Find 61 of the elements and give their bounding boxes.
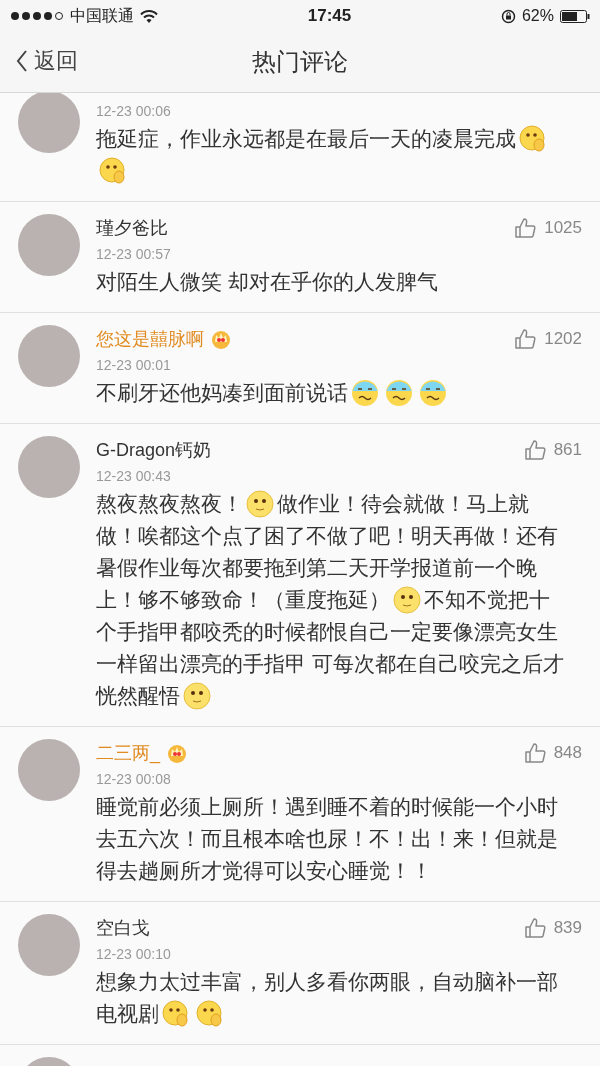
comment-text: 不刷牙还他妈凑到面前说话 xyxy=(96,380,348,406)
hand-over-mouth-emoji-icon xyxy=(519,125,547,153)
page-title: 热门评论 xyxy=(252,47,348,77)
comment-text: 得去趟厕所才觉得可以安心睡觉！！ xyxy=(96,858,432,884)
crown-badge-icon xyxy=(166,742,188,764)
rotation-lock-icon xyxy=(500,8,516,24)
awkward-emoji-icon xyxy=(419,379,447,407)
crown-badge-icon xyxy=(210,328,232,350)
comment-text: 恍然醒悟 xyxy=(96,683,180,709)
comment-text: 上！够不够致命！（重度拖延） xyxy=(96,587,390,613)
comment-time: 12-23 00:08 xyxy=(96,771,172,787)
like-button[interactable]: 1202 xyxy=(514,328,582,350)
like-button[interactable]: 839 xyxy=(523,917,582,939)
user-name[interactable]: 空白戈 xyxy=(96,916,150,940)
thumbs-up-icon xyxy=(523,742,546,764)
carrier-name: 中国联通 xyxy=(70,5,134,26)
thumbs-up-icon xyxy=(523,439,546,461)
avatar[interactable] xyxy=(18,93,80,153)
thumbs-up-icon xyxy=(523,917,546,939)
comment-time: 12-23 00:01 xyxy=(96,357,172,373)
comment-text: 想象力太过丰富，别人多看你两眼，自动脑补一部 xyxy=(96,969,558,995)
like-button[interactable]: 1025 xyxy=(514,217,582,239)
hand-over-mouth-emoji-icon xyxy=(162,1000,190,1028)
comment-time: 12-23 00:43 xyxy=(96,468,172,484)
comment-text: 个手指甲都咬秃的时候都恨自己一定要像漂亮女生 xyxy=(96,619,558,645)
awkward-emoji-icon xyxy=(385,379,413,407)
clock-time: 17:45 xyxy=(306,6,353,26)
comment-text: 电视剧 xyxy=(96,1001,159,1027)
signal-icon xyxy=(10,11,64,21)
smiley-emoji-icon xyxy=(246,490,274,518)
smiley-emoji-icon xyxy=(393,586,421,614)
like-button[interactable]: 861 xyxy=(523,439,582,461)
comment-time: 12-23 00:57 xyxy=(96,246,172,262)
thumbs-up-icon xyxy=(514,217,537,239)
comment-text: 做！唉都这个点了困了不做了吧！明天再做！还有 xyxy=(96,523,558,549)
comment-text: 去五六次！而且根本啥也尿！不！出！来！但就是 xyxy=(96,826,558,852)
comment-text: 不知不觉把十 xyxy=(424,587,550,613)
comment-text: 对陌生人微笑 却对在乎你的人发脾气 xyxy=(96,269,438,295)
comment-text: 睡觉前必须上厕所！遇到睡不着的时候能一个小时 xyxy=(96,794,558,820)
comment-time: 12-23 00:10 xyxy=(96,946,172,962)
thumbs-up-icon xyxy=(514,328,537,350)
user-name[interactable]: 瑾夕爸比 xyxy=(96,216,168,240)
comment-text: 一样留出漂亮的手指甲 可每次都在自己咬完之后才 xyxy=(96,651,564,677)
like-button[interactable]: 848 xyxy=(523,742,582,764)
hand-over-mouth-emoji-icon xyxy=(99,157,127,185)
battery-percent: 62% xyxy=(521,7,554,25)
awkward-emoji-icon xyxy=(351,379,379,407)
wifi-icon xyxy=(140,9,158,23)
chevron-left-icon xyxy=(16,50,28,72)
comment-text: 暑假作业每次都要拖到第二天开学报道前一个晚 xyxy=(96,555,537,581)
comment-text: 拖延症，作业永远都是在最后一天的凌晨完成 xyxy=(96,126,516,152)
user-name[interactable]: G-Dragon钙奶 xyxy=(96,438,212,462)
user-name[interactable]: 二三两_ xyxy=(96,741,160,765)
user-name[interactable]: 您这是囍脉啊 xyxy=(96,327,204,351)
smiley-emoji-icon xyxy=(183,682,211,710)
back-button[interactable]: 返回 xyxy=(16,46,78,76)
comment-text: 熬夜熬夜熬夜！ xyxy=(96,491,243,517)
hand-over-mouth-emoji-icon xyxy=(196,1000,224,1028)
comment-time: 12-23 00:06 xyxy=(96,103,172,119)
battery-icon xyxy=(560,9,590,23)
comment-text: 做作业！待会就做！马上就 xyxy=(277,491,529,517)
